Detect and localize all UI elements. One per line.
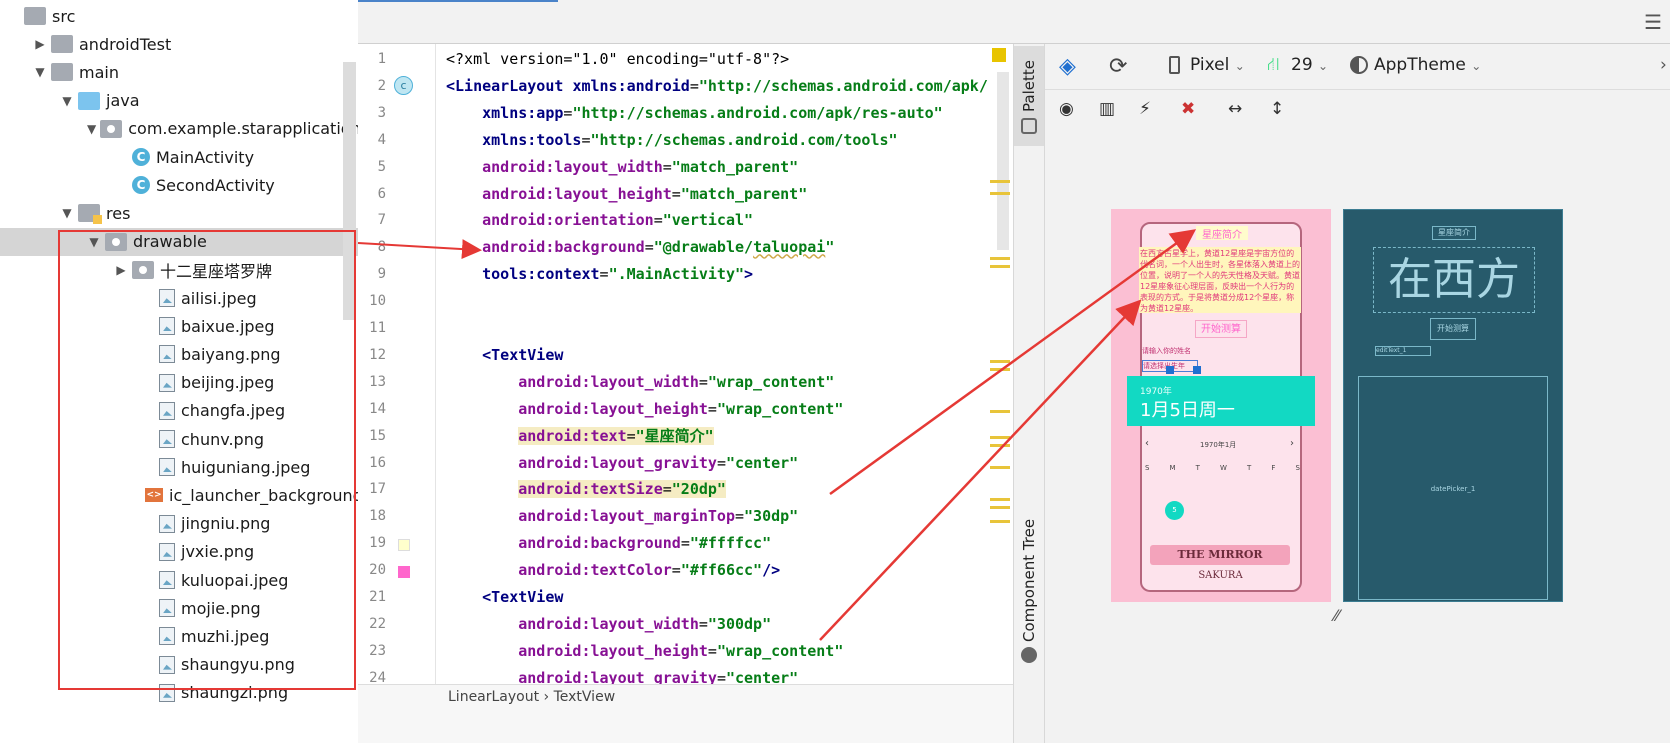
arrow-to-background — [357, 239, 482, 260]
arrow-to-intro — [819, 299, 1142, 641]
arrow-to-header — [829, 229, 1197, 496]
